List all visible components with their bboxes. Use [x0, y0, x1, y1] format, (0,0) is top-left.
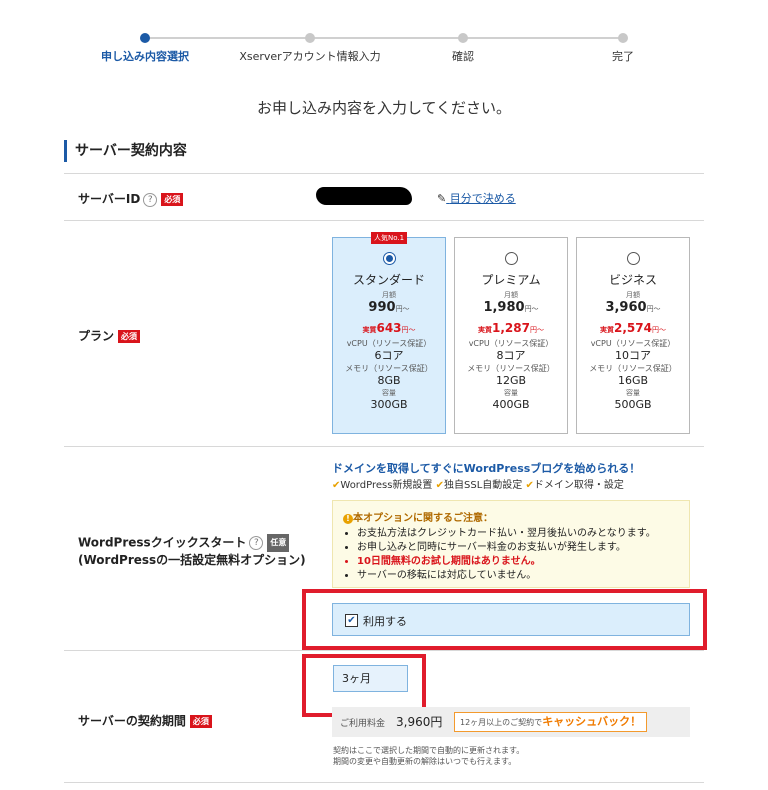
- step-dot: [618, 33, 628, 43]
- period-label-row: サーバーの契約期間 必須: [78, 712, 212, 729]
- help-icon[interactable]: ?: [249, 536, 264, 550]
- notice-item: お支払方法はクレジットカード払い・翌月後払いのみとなります。: [357, 527, 679, 541]
- optional-badge: 任意: [267, 534, 290, 552]
- plan-card-business[interactable]: ビジネス 月額 3,960円〜 実質2,574円〜 vCPU（リソース保証） 1…: [576, 237, 690, 434]
- step-label: Xserverアカウント情報入力: [239, 50, 381, 63]
- required-badge: 必須: [118, 330, 141, 343]
- wordpress-sublabel: (WordPressの一括設定無料オプション): [78, 553, 306, 567]
- cpu-label: vCPU（リソース保証）: [346, 339, 432, 348]
- plan-card-premium[interactable]: プレミアム 月額 1,980円〜 実質1,287円〜 vCPU（リソース保証） …: [454, 237, 568, 434]
- divider: [64, 446, 704, 447]
- plan-card-standard[interactable]: 人気No.1 スタンダード 月額 990円〜 実質643円〜 vCPU（リソース…: [332, 232, 446, 434]
- disk-value: 400GB: [492, 398, 530, 411]
- wordpress-label-row: WordPressクイックスタート? 任意 (WordPressの一括設定無料オプ…: [78, 534, 306, 568]
- divider: [64, 173, 704, 174]
- fee-row: ご利用料金 3,960円 12ヶ月以上のご契約でキャッシュバック！: [332, 707, 690, 737]
- cpu-value: 8コア: [496, 349, 526, 362]
- custom-id-link-text: 目分で決める: [449, 192, 516, 205]
- plan-price: 990円〜: [368, 300, 410, 315]
- disk-label: 容量: [382, 389, 396, 397]
- step-label: 完了: [612, 50, 634, 63]
- section-title: サーバー契約内容: [64, 140, 187, 162]
- mem-value: 12GB: [495, 374, 527, 387]
- divider: [64, 220, 704, 221]
- step-4: 完了: [558, 30, 688, 64]
- notice-item: お申し込みと同時にサーバー料金のお支払いが発生します。: [357, 541, 679, 555]
- wordpress-notice: !本オプションに関するご注意： お支払方法はクレジットカード払い・翌月後払いのみ…: [332, 500, 690, 588]
- divider: [64, 650, 704, 651]
- notice-item: サーバーの移転には対応していません。: [357, 569, 679, 583]
- mem-label: メモリ（リソース保証）: [467, 364, 555, 373]
- cpu-value: 6コア: [374, 349, 404, 362]
- mem-value: 8GB: [377, 374, 401, 387]
- required-badge: 必須: [189, 715, 212, 728]
- disk-value: 300GB: [370, 398, 408, 411]
- monthly-label: 月額: [626, 291, 640, 299]
- mem-label: メモリ（リソース保証）: [345, 364, 433, 373]
- plan-label-row: プラン 必須: [78, 327, 141, 344]
- popular-badge: 人気No.1: [371, 232, 408, 244]
- monthly-label: 月額: [504, 291, 518, 299]
- cpu-label: vCPU（リソース保証）: [468, 339, 554, 348]
- plan-name: ビジネス: [608, 273, 657, 287]
- plan-real-price: 実質2,574円〜: [600, 321, 666, 335]
- step-3: 確認: [398, 30, 528, 64]
- step-label: 申し込み内容選択: [101, 50, 189, 63]
- check-icon: ✔: [435, 480, 444, 491]
- fee-label: ご利用料金: [340, 719, 386, 729]
- step-label: 確認: [452, 50, 474, 63]
- progress-stepper: 申し込み内容選択 Xserverアカウント情報入力 確認 完了: [80, 30, 660, 70]
- step-1: 申し込み内容選択: [80, 30, 210, 64]
- warning-icon: !: [343, 514, 353, 524]
- disk-label: 容量: [504, 389, 518, 397]
- plan-radio[interactable]: [626, 252, 640, 265]
- fee-amount: 3,960円: [396, 715, 443, 729]
- plan-name: スタンダード: [352, 273, 425, 287]
- server-id-label-row: サーバーID? 必須: [78, 190, 184, 207]
- divider: [64, 782, 704, 783]
- step-2: Xserverアカウント情報入力: [230, 30, 390, 64]
- period-note: 契約はここで選択した期間で自動的に更新されます。 期間の変更や自動更新の解除はい…: [333, 746, 525, 766]
- plan-real-price: 実質1,287円〜: [478, 321, 544, 335]
- help-icon[interactable]: ?: [143, 192, 158, 207]
- required-badge: 必須: [161, 193, 184, 206]
- plan-real-price: 実質643円〜: [362, 321, 416, 335]
- plan-name: プレミアム: [481, 273, 541, 287]
- step-dot: [458, 33, 468, 43]
- wordpress-features: ✔WordPress新規設置 ✔独自SSL自動設定 ✔ドメイン取得・設定: [332, 480, 624, 491]
- notice-item-warning: 10日間無料のお試し期間はありません。: [357, 555, 679, 569]
- disk-label: 容量: [626, 389, 640, 397]
- wordpress-headline: ドメインを取得してすぐにWordPressブログを始められる！: [332, 462, 641, 475]
- plan-price: 1,980円〜: [483, 300, 539, 315]
- pencil-icon: ✎: [437, 192, 447, 205]
- cpu-value: 10コア: [615, 349, 651, 362]
- mem-label: メモリ（リソース保証）: [589, 364, 677, 373]
- plan-radio[interactable]: [382, 252, 396, 265]
- step-dot-active: [140, 33, 150, 43]
- period-label: サーバーの契約期間: [78, 714, 186, 728]
- cashback-badge: 12ヶ月以上のご契約でキャッシュバック！: [454, 712, 648, 732]
- step-dot: [305, 33, 315, 43]
- plan-price: 3,960円〜: [605, 300, 661, 315]
- cpu-label: vCPU（リソース保証）: [590, 339, 676, 348]
- highlight-box-wordpress: [302, 589, 707, 650]
- custom-id-link[interactable]: ✎ 目分で決める: [437, 190, 516, 206]
- disk-value: 500GB: [614, 398, 652, 411]
- notice-title: ! 本オプションに関するご注意：: [343, 509, 679, 524]
- page-headline: お申し込み内容を入力してください。: [256, 99, 512, 117]
- plan-label: プラン: [78, 329, 115, 343]
- check-icon: ✔: [525, 480, 534, 491]
- plan-radio[interactable]: [504, 252, 518, 265]
- server-id-label: サーバーID: [78, 192, 141, 206]
- wordpress-label: WordPressクイックスタート: [78, 535, 247, 550]
- monthly-label: 月額: [382, 291, 396, 299]
- mem-value: 16GB: [617, 374, 649, 387]
- server-id-redacted: [316, 187, 412, 205]
